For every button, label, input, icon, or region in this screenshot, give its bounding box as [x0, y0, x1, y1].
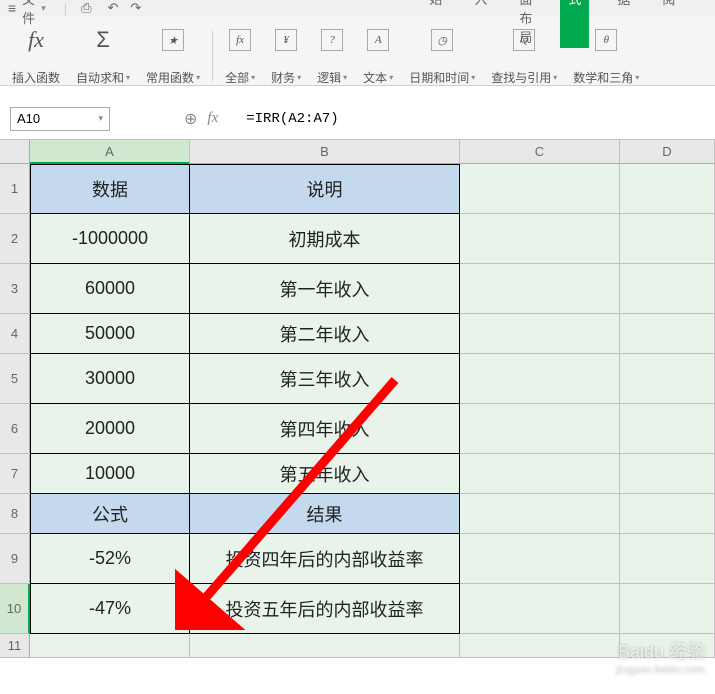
cell-b1[interactable]: 说明 — [190, 164, 460, 214]
tool-lookup-ref[interactable]: Q 查找与引用▾ — [485, 26, 563, 86]
cell-b5[interactable]: 第三年收入 — [190, 354, 460, 404]
cell-c2[interactable] — [460, 214, 620, 264]
cell-c10[interactable] — [460, 584, 620, 634]
tool-financial[interactable]: ¥ 财务▾ — [265, 26, 307, 86]
logical-icon: ? — [321, 26, 343, 54]
row-header-1[interactable]: 1 — [0, 164, 30, 214]
name-box[interactable]: A10 ▾ — [10, 107, 110, 131]
menu-icon[interactable]: ≡ — [8, 0, 16, 16]
cell-b8[interactable]: 结果 — [190, 494, 460, 534]
row-header-3[interactable]: 3 — [0, 264, 30, 314]
cell-b3[interactable]: 第一年收入 — [190, 264, 460, 314]
cell-a3[interactable]: 60000 — [30, 264, 190, 314]
cell-c11[interactable] — [460, 634, 620, 658]
tab-review[interactable]: 审阅 — [658, 0, 679, 48]
cell-c1[interactable] — [460, 164, 620, 214]
tool-insert-function[interactable]: fx 插入函数 — [6, 26, 66, 86]
cell-d10[interactable] — [620, 584, 715, 634]
cell-b9[interactable]: 投资四年后的内部收益率 — [190, 534, 460, 584]
col-header-d[interactable]: D — [620, 140, 715, 164]
file-menu[interactable]: 文件 — [22, 0, 35, 27]
cell-a11[interactable] — [30, 634, 190, 658]
tool-math-trig[interactable]: θ 数学和三角▾ — [567, 26, 645, 86]
row-header-11[interactable]: 11 — [0, 634, 30, 658]
formula-input[interactable] — [238, 107, 705, 131]
tab-view[interactable]: 视 — [703, 0, 715, 48]
cell-b7[interactable]: 第五年收入 — [190, 454, 460, 494]
cell-d1[interactable] — [620, 164, 715, 214]
cell-b11[interactable] — [190, 634, 460, 658]
cell-a2[interactable]: -1000000 — [30, 214, 190, 264]
watermark: Baidu 经验 jingyan.baidu.com — [616, 638, 705, 676]
row-header-7[interactable]: 7 — [0, 454, 30, 494]
ribbon-toolbar: fx 插入函数 Σ 自动求和▾ ★ 常用函数▾ fx 全部▾ ¥ 财务▾ ? 逻… — [0, 16, 715, 86]
select-all-corner[interactable] — [0, 140, 30, 164]
zoom-icon[interactable]: ⊕ — [184, 109, 197, 129]
tool-date-time[interactable]: ◷ 日期和时间▾ — [403, 26, 481, 86]
cell-d3[interactable] — [620, 264, 715, 314]
ribbon-tabs: ≡ 文件 ▾ | ⎙ ↶ ↷ 开始 插入 页面布局 公式 数据 审阅 视 — [0, 0, 715, 16]
cell-d8[interactable] — [620, 494, 715, 534]
formula-bar: A10 ▾ ⊕ fx — [0, 98, 715, 140]
cell-d5[interactable] — [620, 354, 715, 404]
cell-a8[interactable]: 公式 — [30, 494, 190, 534]
cell-b4[interactable]: 第二年收入 — [190, 314, 460, 354]
math-icon: θ — [595, 26, 617, 54]
cell-d6[interactable] — [620, 404, 715, 454]
cell-b2[interactable]: 初期成本 — [190, 214, 460, 264]
clock-icon: ◷ — [431, 26, 453, 54]
tool-common-functions[interactable]: ★ 常用函数▾ — [140, 26, 206, 86]
cell-a6[interactable]: 20000 — [30, 404, 190, 454]
row-header-5[interactable]: 5 — [0, 354, 30, 404]
undo-icon[interactable]: ↶ — [108, 0, 119, 16]
cell-c4[interactable] — [460, 314, 620, 354]
text-icon: A — [367, 26, 389, 54]
tool-logical[interactable]: ? 逻辑▾ — [311, 26, 353, 86]
cell-c7[interactable] — [460, 454, 620, 494]
chevron-down-icon: ▾ — [41, 3, 46, 14]
col-header-b[interactable]: B — [190, 140, 460, 164]
cell-c6[interactable] — [460, 404, 620, 454]
spreadsheet-grid[interactable]: A B C D 1 数据 说明 2 -1000000 初期成本 3 60000 … — [0, 140, 715, 658]
financial-icon: ¥ — [275, 26, 297, 54]
cell-a4[interactable]: 50000 — [30, 314, 190, 354]
cell-a9[interactable]: -52% — [30, 534, 190, 584]
cell-b10[interactable]: 投资五年后的内部收益率 — [190, 584, 460, 634]
save-icon[interactable]: ⎙ — [81, 0, 91, 16]
cell-a1[interactable]: 数据 — [30, 164, 190, 214]
row-header-10[interactable]: 10 — [0, 584, 30, 634]
row-header-6[interactable]: 6 — [0, 404, 30, 454]
fx-icon[interactable]: fx — [207, 110, 218, 127]
cell-c8[interactable] — [460, 494, 620, 534]
redo-icon[interactable]: ↷ — [130, 0, 141, 16]
tool-autosum[interactable]: Σ 自动求和▾ — [70, 26, 136, 86]
row-header-2[interactable]: 2 — [0, 214, 30, 264]
cell-d2[interactable] — [620, 214, 715, 264]
star-fx-icon: ★ — [162, 26, 184, 54]
row-header-4[interactable]: 4 — [0, 314, 30, 354]
cell-d9[interactable] — [620, 534, 715, 584]
cell-b6[interactable]: 第四年收入 — [190, 404, 460, 454]
col-header-a[interactable]: A — [30, 140, 190, 164]
tool-all[interactable]: fx 全部▾ — [219, 26, 261, 86]
cell-c3[interactable] — [460, 264, 620, 314]
row-header-9[interactable]: 9 — [0, 534, 30, 584]
cell-c9[interactable] — [460, 534, 620, 584]
cell-d4[interactable] — [620, 314, 715, 354]
row-header-8[interactable]: 8 — [0, 494, 30, 534]
fx-icon: fx — [28, 26, 44, 54]
chevron-down-icon: ▾ — [98, 113, 103, 124]
col-header-c[interactable]: C — [460, 140, 620, 164]
cell-a10[interactable]: -47% — [30, 584, 190, 634]
tool-text[interactable]: A 文本▾ — [357, 26, 399, 86]
all-fx-icon: fx — [229, 26, 251, 54]
sigma-icon: Σ — [96, 26, 110, 54]
cell-a5[interactable]: 30000 — [30, 354, 190, 404]
cell-c5[interactable] — [460, 354, 620, 404]
active-cell-ref: A10 — [17, 111, 40, 126]
cell-a7[interactable]: 10000 — [30, 454, 190, 494]
cell-d7[interactable] — [620, 454, 715, 494]
lookup-icon: Q — [513, 26, 535, 54]
